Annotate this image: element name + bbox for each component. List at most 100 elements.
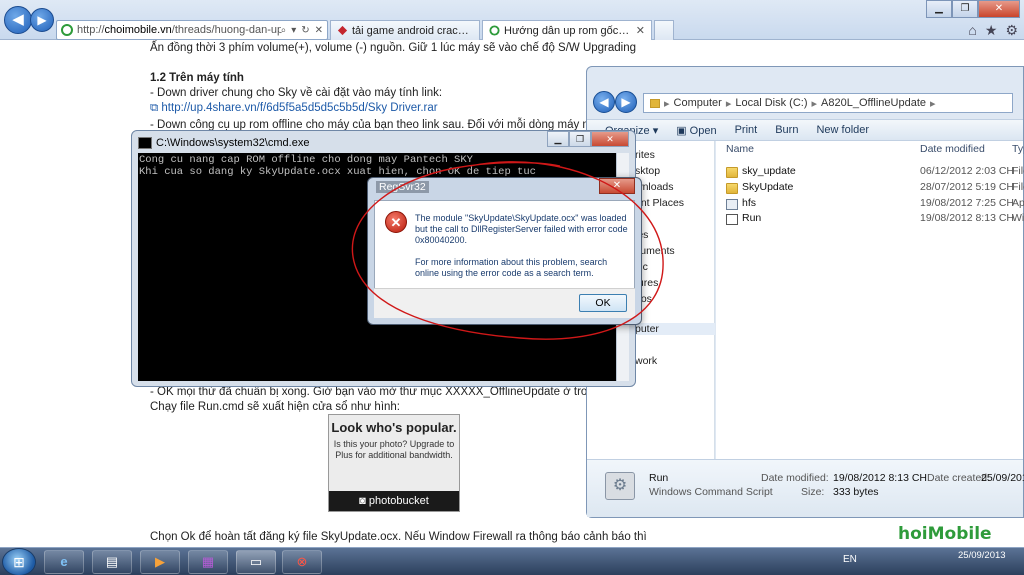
photobucket-logo: ◙ photobucket (329, 491, 459, 511)
taskbar-explorer-button[interactable]: ▤ (92, 550, 132, 574)
media-player-icon: ▶ (155, 554, 165, 569)
start-button[interactable]: ⊞ (2, 548, 36, 575)
details-size: 333 bytes (833, 486, 879, 498)
url-text[interactable]: http://choimobile.vn/threads/huong-dan-u… (77, 24, 281, 36)
camera-icon: ◙ (359, 495, 369, 507)
back-arrow-icon: ◀ (12, 11, 24, 28)
explorer-toolbar: Organize ▾ ▣ Open Print Burn New folder (587, 119, 1023, 141)
nav-recent-places[interactable]: ent Places (635, 197, 684, 209)
maximize-icon[interactable]: ❐ (952, 0, 978, 18)
browser-window-controls: ▁ ❐ ✕ (926, 0, 1020, 18)
file-row[interactable]: hfs 19/08/2012 7:25 CH App (716, 197, 1024, 212)
details-modified-label: Date modified: (761, 472, 829, 484)
favorites-star-icon[interactable]: ★ (985, 22, 998, 39)
folder-icon: ▤ (105, 554, 119, 569)
breadcrumb-item[interactable]: A820L_OfflineUpdate (821, 97, 926, 109)
breadcrumb-item[interactable]: Computer (674, 97, 722, 109)
tab-game-android[interactable]: tải game android crack | up ro... (330, 20, 480, 40)
browser-toolbar: ◀ ▶ http://choimobile.vn/threads/huong-d… (0, 0, 1024, 40)
details-filename: Run (649, 472, 669, 484)
tab-label: tải game android crack | up ro... (352, 24, 473, 37)
gear-icon: ⚙ (605, 472, 635, 500)
file-row[interactable]: SkyUpdate 28/07/2012 5:19 CH File (716, 181, 1024, 196)
minimize-icon[interactable]: ▁ (547, 131, 569, 147)
back-button[interactable]: ◀ (4, 6, 32, 34)
driver-link[interactable]: ⧉ http://up.4share.vn/f/6d5f5a5d5d5c5b5d… (150, 101, 438, 116)
dialog-close-icon[interactable]: ✕ (599, 178, 635, 194)
stop-icon[interactable]: ✕ (315, 25, 323, 36)
forward-arrow-icon: ▶ (37, 13, 47, 27)
refresh-icon[interactable]: ↻ (301, 25, 309, 36)
error-icon: ✕ (385, 211, 407, 233)
nav-network[interactable]: work (635, 355, 657, 367)
details-kind: Windows Command Script (649, 486, 773, 498)
taskbar-cmd-button[interactable]: ▭ (236, 550, 276, 574)
windows-logo-icon: ⊞ (13, 554, 25, 570)
home-icon[interactable]: ⌂ (968, 22, 976, 39)
forward-button[interactable]: ▶ (30, 8, 54, 32)
photobucket-placeholder[interactable]: Look who's popular. Is this your photo? … (328, 414, 460, 512)
file-row[interactable]: Run 19/08/2012 8:13 CH Win (716, 212, 1024, 227)
cmd-title: C:\Windows\system32\cmd.exe (156, 137, 310, 149)
explorer-window: ◀ ▶ ▸ Computer ▸ Local Disk (C:) ▸ A820L… (586, 66, 1024, 518)
external-link-icon: ⧉ (150, 102, 162, 114)
game-favicon-icon (337, 25, 348, 36)
explorer-address-bar[interactable]: ▸ Computer ▸ Local Disk (C:) ▸ A820L_Off… (643, 93, 1013, 113)
column-header-type[interactable]: Typ (1012, 143, 1024, 155)
taskbar-regsvr-button[interactable]: ⊗ (282, 550, 322, 574)
gear-icon[interactable]: ⚙ (1005, 22, 1018, 39)
close-icon[interactable]: ✕ (591, 131, 629, 147)
placeholder-title: Look who's popular. (331, 420, 457, 435)
placeholder-subtitle: Is this your photo? Upgrade to Plus for … (333, 439, 455, 460)
article-text: Chọn Ok để hoàn tất đăng ký file SkyUpda… (150, 531, 647, 543)
new-tab-button[interactable] (654, 20, 674, 40)
breadcrumb-item[interactable]: Local Disk (C:) (735, 97, 807, 109)
minimize-icon[interactable]: ▁ (926, 0, 952, 18)
close-icon[interactable]: ✕ (978, 0, 1020, 18)
file-row[interactable]: sky_update 06/12/2012 2:03 CH File (716, 165, 1024, 180)
cmd-icon (138, 137, 152, 149)
console-line: Cong cu nang cap ROM offline cho dong ma… (139, 154, 473, 166)
nav-desktop[interactable]: sktop (635, 165, 660, 177)
article-text: - OK mọi thứ đã chuẩn bị xong. Giờ bạn v… (150, 386, 610, 398)
open-icon: ▣ (676, 124, 690, 137)
article-text: Chạy file Run.cmd sẽ xuất hiện cửa sổ nh… (150, 401, 401, 413)
column-header-name[interactable]: Name (726, 143, 754, 155)
regsvr32-dialog: RegSvr32 ✕ ✕ The module "SkyUpdate\SkyUp… (367, 177, 642, 325)
print-button[interactable]: Print (735, 124, 758, 136)
explorer-back-button[interactable]: ◀ (593, 91, 615, 113)
clock[interactable]: 25/09/2013 (958, 550, 1006, 561)
details-modified: 19/08/2012 8:13 CH (833, 472, 927, 484)
ok-button[interactable]: OK (579, 294, 627, 312)
error-help-message: For more information about this problem,… (415, 257, 608, 278)
taskbar-winrar-button[interactable]: ▦ (188, 550, 228, 574)
language-indicator[interactable]: EN (843, 554, 857, 565)
tab-label: Hướng dẫn up rom gốc offl... (504, 24, 632, 37)
tab-huong-dan[interactable]: Hướng dẫn up rom gốc offl... ✕ (482, 20, 652, 40)
choimobile-watermark-logo: hoiMobile (898, 524, 992, 544)
maximize-icon[interactable]: ❐ (569, 131, 591, 147)
folder-icon (726, 183, 738, 194)
nav-favorites[interactable]: rites (635, 149, 655, 161)
column-header-date[interactable]: Date modified (920, 143, 985, 155)
article-heading: 1.2 Trên máy tính (150, 72, 244, 84)
close-tab-icon[interactable]: ✕ (636, 24, 645, 37)
application-icon (726, 199, 738, 210)
burn-button[interactable]: Burn (775, 124, 798, 136)
article-text: - Down driver chung cho Sky về cài đặt v… (150, 87, 443, 99)
choimobile-favicon-icon (489, 25, 500, 36)
cmd-icon: ▭ (249, 554, 263, 569)
taskbar-ie-button[interactable]: e (44, 550, 84, 574)
explorer-forward-button[interactable]: ▶ (615, 91, 637, 113)
dialog-title: RegSvr32 (376, 181, 429, 193)
address-bar[interactable]: http://choimobile.vn/threads/huong-dan-u… (56, 20, 328, 40)
open-button[interactable]: ▣ Open (676, 124, 716, 137)
site-favicon-icon (61, 24, 73, 36)
search-icon[interactable]: ⌕ (281, 25, 287, 36)
taskbar-media-player-button[interactable]: ▶ (140, 550, 180, 574)
error-message: The module "SkyUpdate\SkyUpdate.ocx" was… (415, 213, 628, 245)
article-text: Ấn đồng thời 3 phím volume(+), volume (-… (150, 42, 637, 54)
internet-explorer-icon: e (60, 554, 68, 569)
new-folder-button[interactable]: New folder (816, 124, 869, 136)
dropdown-icon[interactable]: ▾ (291, 25, 296, 36)
